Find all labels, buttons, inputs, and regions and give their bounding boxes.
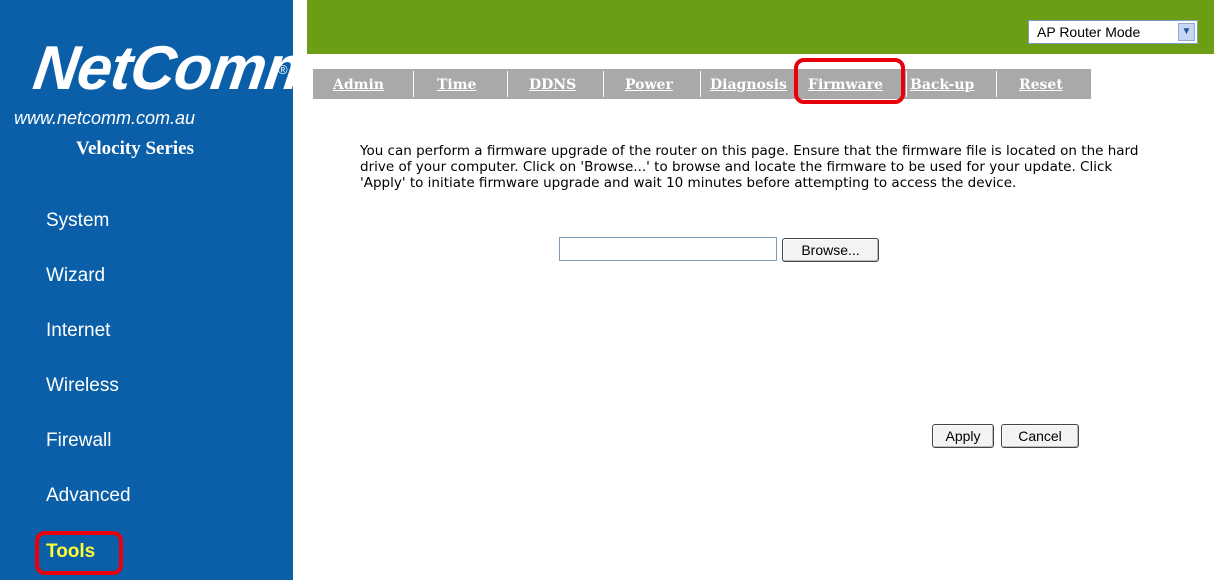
browse-button[interactable]: Browse... [782,238,879,262]
tab-divider [906,71,907,97]
sidebar-item-advanced[interactable]: Advanced [46,485,131,507]
tab-backup[interactable]: Back-up [910,77,974,93]
router-mode-select[interactable]: AP Router Mode ▼ [1028,20,1198,44]
tab-admin[interactable]: Admin [333,77,384,93]
tab-diagnosis[interactable]: Diagnosis [710,77,787,93]
tools-highlight [35,531,123,575]
sidebar-item-firewall[interactable]: Firewall [46,430,111,452]
chevron-down-icon[interactable]: ▼ [1178,23,1195,41]
tab-power[interactable]: Power [625,77,673,93]
registered-mark: ® [278,62,288,77]
tab-reset[interactable]: Reset [1019,77,1063,93]
netcomm-logo: NetComm ® www.netcomm.com.au [8,22,325,128]
tab-divider [413,71,414,97]
tab-divider [507,71,508,97]
tab-time[interactable]: Time [437,77,476,93]
tab-divider [603,71,604,97]
router-mode-value: AP Router Mode [1037,24,1141,40]
sidebar-item-wizard[interactable]: Wizard [46,265,105,287]
tab-ddns[interactable]: DDNS [529,77,576,93]
firmware-tab-highlight [794,58,905,104]
series-title: Velocity Series [75,138,195,159]
sidebar-item-wireless[interactable]: Wireless [46,375,119,397]
firmware-file-input[interactable] [559,237,777,261]
logo-url: www.netcomm.com.au [14,108,196,128]
sidebar-item-internet[interactable]: Internet [46,320,110,342]
tab-divider [996,71,997,97]
sidebar-item-system[interactable]: System [46,210,109,232]
tab-divider [700,71,701,97]
cancel-button[interactable]: Cancel [1001,424,1079,448]
sidebar: NetComm ® www.netcomm.com.au Velocity Se… [0,0,325,580]
firmware-description: You can perform a firmware upgrade of th… [360,143,1139,191]
apply-button[interactable]: Apply [932,424,994,448]
